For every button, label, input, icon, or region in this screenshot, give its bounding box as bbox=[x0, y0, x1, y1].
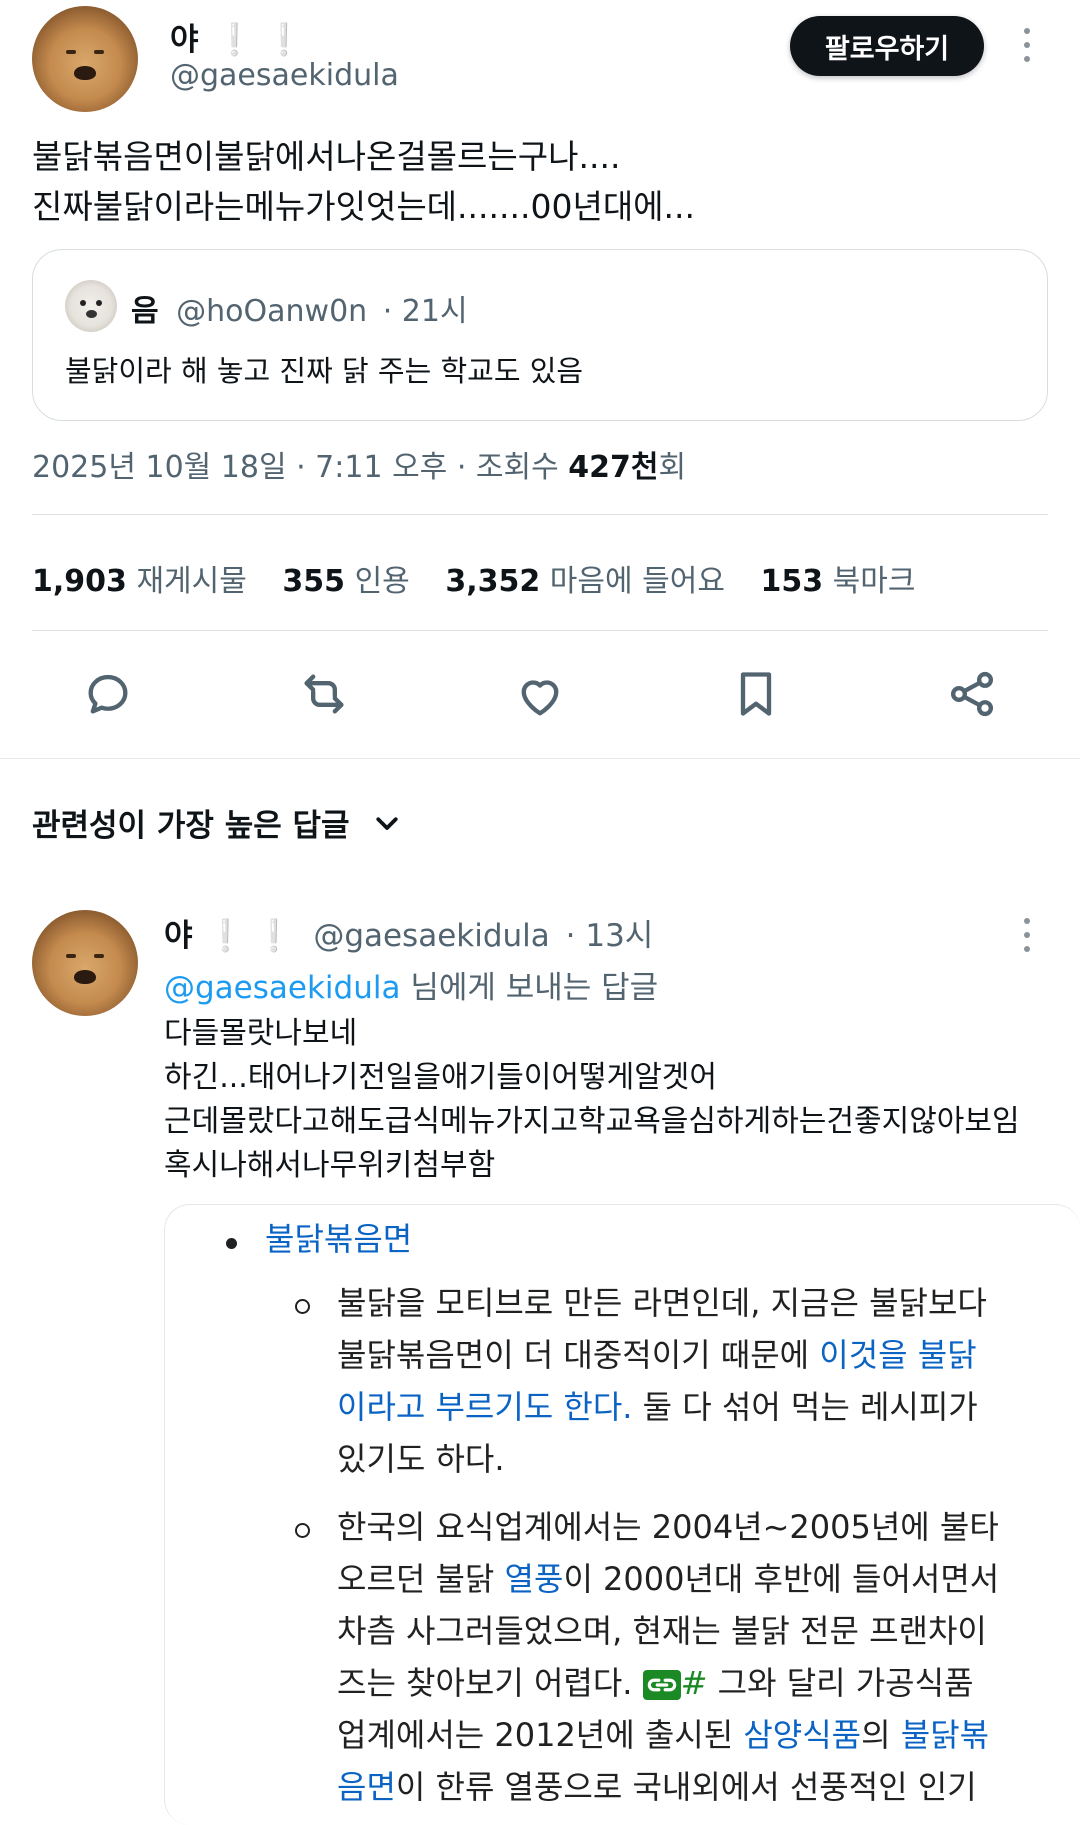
stat-bookmarks[interactable]: 153 북마크 bbox=[760, 564, 915, 599]
reply-more-options-icon[interactable] bbox=[1022, 918, 1032, 952]
reply-display-name[interactable]: 야 bbox=[164, 918, 193, 954]
wiki-inline-link: 이것을 불닭 bbox=[819, 1336, 977, 1374]
name-emoji: ❕ ❕ bbox=[215, 22, 304, 58]
wiki-line: 이라고 부르기도 한다. 둘 다 섞어 먹는 레시피가 bbox=[337, 1388, 978, 1426]
replying-to: @gaesaekidula 님에게 보내는 답글 bbox=[164, 962, 658, 1007]
wiki-line: 불닭을 모티브로 만든 라면인데, 지금은 불닭보다 bbox=[337, 1284, 987, 1322]
quote-author-line: 음 @hoOanw0n · 21시 bbox=[131, 286, 468, 330]
wiki-line: 업계에서는 2012년에 출시된 삼양식품의 불닭볶 bbox=[337, 1716, 990, 1754]
more-options-icon[interactable] bbox=[1022, 28, 1032, 62]
stat-reposts[interactable]: 1,903 재게시물 bbox=[32, 564, 247, 599]
wiki-inline-link: 이라고 부르기도 한다. bbox=[337, 1388, 633, 1426]
wiki-inline-link: 열풍 bbox=[504, 1560, 564, 1598]
avatar-eye bbox=[66, 954, 76, 958]
attached-image[interactable]: 불닭볶음면 불닭을 모티브로 만든 라면인데, 지금은 불닭보다 불닭볶음면이 … bbox=[164, 1204, 1080, 1825]
reply-author-avatar[interactable] bbox=[32, 910, 138, 1016]
replying-to-suffix: 님에게 보내는 답글 bbox=[400, 970, 659, 1006]
quote-handle: @hoOanw0n bbox=[176, 294, 368, 329]
quote-time: · 21시 bbox=[382, 294, 468, 329]
wiki-line: 차츰 사그러들었으며, 현재는 불닭 전문 프랜차이 bbox=[337, 1612, 987, 1650]
wiki-line: 불닭볶음면이 더 대중적이기 때문에 이것을 불닭 bbox=[337, 1336, 977, 1374]
wiki-bullet-title: 불닭볶음면 bbox=[265, 1220, 413, 1258]
quote-avatar bbox=[65, 280, 117, 332]
divider bbox=[32, 630, 1048, 631]
wiki-item-2: 한국의 요식업계에서는 2004년~2005년에 불타 오르던 불닭 열풍이 2… bbox=[337, 1501, 999, 1813]
avatar-eye bbox=[94, 954, 104, 958]
avatar-nose bbox=[74, 970, 96, 984]
reply-text-line: 혹시나해서나무위키첨부함 bbox=[164, 1148, 496, 1183]
reply-time: · 13시 bbox=[565, 918, 654, 954]
reply-text-line: 다들몰랏나보네 bbox=[164, 1016, 358, 1051]
name-emoji: ❕ ❕ bbox=[206, 918, 294, 954]
share-icon[interactable] bbox=[946, 668, 998, 724]
replying-to-handle[interactable]: @gaesaekidula bbox=[164, 970, 400, 1006]
stat-likes[interactable]: 3,352 마음에 들어요 bbox=[445, 564, 725, 599]
post-text-line: 불닭볶음면이불닭에서나온걸몰르는구나.... bbox=[32, 137, 621, 176]
divider bbox=[32, 514, 1048, 515]
wiki-inline-link: 삼양식품 bbox=[743, 1716, 862, 1754]
sub-bullet bbox=[295, 1523, 310, 1538]
wiki-hash: # bbox=[680, 1664, 708, 1702]
stat-quotes[interactable]: 355 인용 bbox=[282, 564, 409, 599]
reply-text-line: 근데몰랐다고해도급식메뉴가지고학교욕을심하게하는건좋지않아보임 bbox=[164, 1104, 1020, 1139]
link-chain-icon bbox=[642, 1670, 681, 1700]
chevron-down-icon bbox=[372, 808, 402, 838]
reply-text: 다들몰랏나보네 하긴...태어나기전일을애기들이어떻게알겟어 근데몰랐다고해도급… bbox=[164, 1012, 1020, 1188]
views-count: 427천 bbox=[568, 450, 659, 485]
wiki-item-1: 불닭을 모티브로 만든 라면인데, 지금은 불닭보다 불닭볶음면이 더 대중적이… bbox=[337, 1277, 987, 1485]
reply-author-line: 야 ❕ ❕ @gaesaekidula · 13시 bbox=[164, 910, 653, 955]
quote-text: 불닭이라 해 놓고 진짜 닭 주는 학교도 있음 bbox=[65, 354, 584, 388]
wiki-line: 음면이 한류 열풍으로 국내외에서 선풍적인 인기 bbox=[337, 1768, 977, 1806]
section-divider bbox=[0, 758, 1080, 759]
wiki-line: 한국의 요식업계에서는 2004년~2005년에 불타 bbox=[337, 1508, 999, 1546]
author-name[interactable]: 야 ❕ ❕ bbox=[170, 14, 303, 59]
avatar-eye bbox=[66, 50, 76, 54]
like-icon[interactable] bbox=[514, 670, 566, 726]
reply-handle[interactable]: @gaesaekidula bbox=[313, 918, 549, 954]
wiki-line: 즈는 찾아보기 어렵다. # 그와 달리 가공식품 bbox=[337, 1664, 974, 1702]
repost-icon[interactable] bbox=[298, 668, 350, 724]
reply-text-line: 하긴...태어나기전일을애기들이어떻게알겟어 bbox=[164, 1060, 718, 1095]
wiki-inline-link: 음면 bbox=[337, 1768, 396, 1806]
display-name: 야 bbox=[170, 22, 199, 58]
wiki-line: 오르던 불닭 열풍이 2000년대 후반에 들어서면서 bbox=[337, 1560, 1000, 1598]
reply-icon[interactable] bbox=[82, 668, 134, 724]
post-text: 불닭볶음면이불닭에서나온걸몰르는구나.... 진짜불닭이라는메뉴가잇엇는데...… bbox=[32, 132, 1052, 232]
wiki-inline-link: 불닭볶 bbox=[900, 1716, 990, 1754]
replies-sort-toggle[interactable]: 관련성이 가장 높은 답글 bbox=[32, 800, 402, 845]
follow-button[interactable]: 팔로우하기 bbox=[790, 16, 984, 76]
avatar-eye bbox=[94, 50, 104, 54]
replies-sort-label: 관련성이 가장 높은 답글 bbox=[32, 808, 350, 844]
post-datetime[interactable]: 2025년 10월 18일 · 7:11 오후 · 조회수 bbox=[32, 450, 568, 485]
author-avatar[interactable] bbox=[32, 6, 138, 112]
quoted-post[interactable]: 음 @hoOanw0n · 21시 불닭이라 해 놓고 진짜 닭 주는 학교도 … bbox=[32, 249, 1048, 421]
engagement-stats: 1,903 재게시물 355 인용 3,352 마음에 들어요 153 북마크 bbox=[32, 556, 915, 600]
bookmark-icon[interactable] bbox=[730, 668, 782, 724]
author-handle[interactable]: @gaesaekidula bbox=[170, 58, 399, 93]
wiki-line: 있기도 하다. bbox=[337, 1440, 505, 1478]
post-text-line: 진짜불닭이라는메뉴가잇엇는데.......00년대에... bbox=[32, 187, 696, 226]
views-suffix: 회 bbox=[658, 450, 687, 485]
avatar-nose bbox=[74, 66, 96, 80]
quote-display-name: 음 bbox=[131, 294, 159, 329]
sub-bullet bbox=[295, 1299, 310, 1314]
post-meta: 2025년 10월 18일 · 7:11 오후 · 조회수 427천회 bbox=[32, 442, 686, 486]
bullet-dot bbox=[226, 1238, 237, 1249]
